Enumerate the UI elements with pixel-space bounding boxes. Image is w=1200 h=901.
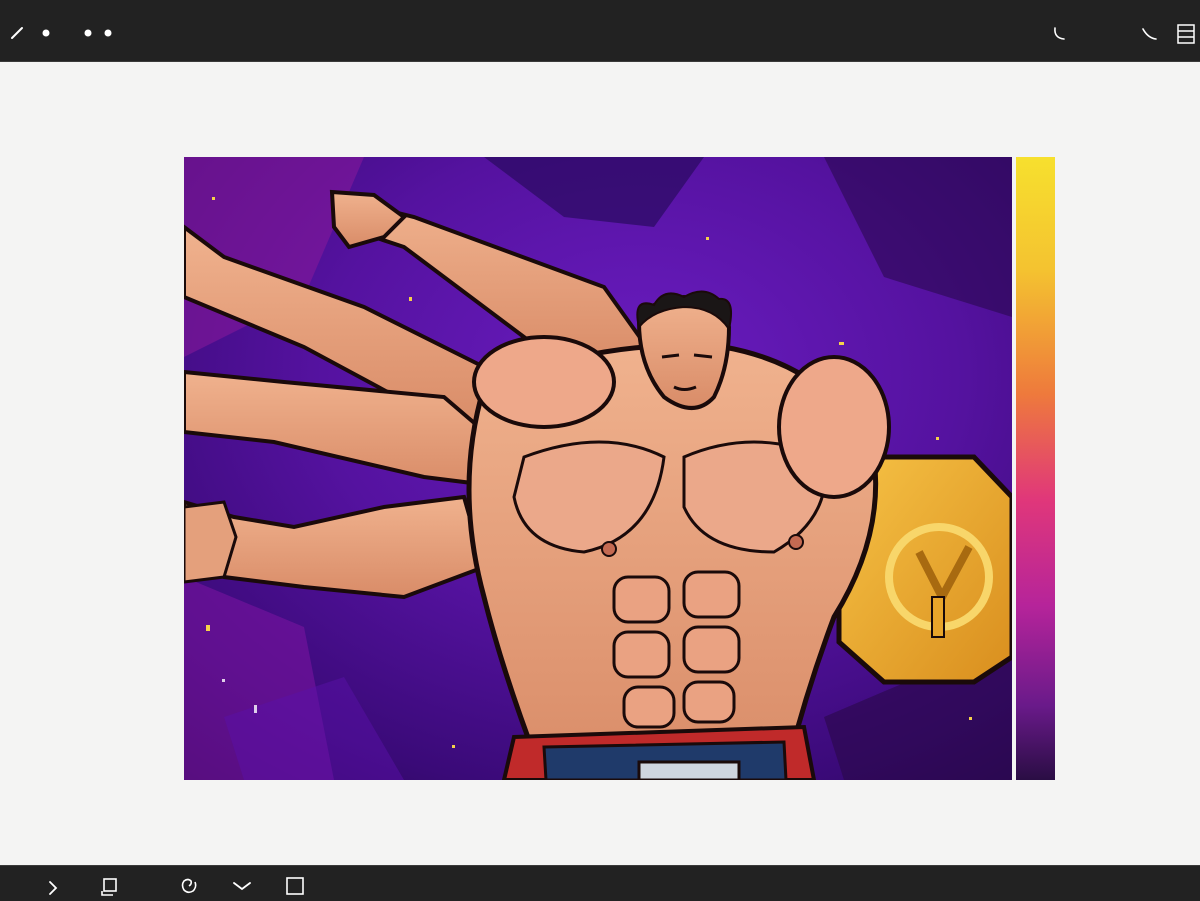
- artwork-illustration: [184, 157, 1012, 780]
- spiral-icon[interactable]: [176, 874, 202, 898]
- paste-icon[interactable]: [96, 874, 122, 898]
- color-gradient-strip[interactable]: [1016, 157, 1055, 780]
- artwork-canvas[interactable]: [184, 157, 1012, 780]
- dot-icon[interactable]: [36, 22, 56, 44]
- top-toolbar: [0, 0, 1200, 62]
- redo-arc-icon[interactable]: [1136, 22, 1162, 46]
- chevron-right-icon[interactable]: [42, 876, 64, 900]
- chevron-down-icon[interactable]: [229, 874, 255, 898]
- layers-panel-icon[interactable]: [1174, 22, 1198, 46]
- pencil-icon[interactable]: [6, 22, 28, 44]
- bottom-toolbar: [0, 865, 1200, 901]
- more-dots-icon[interactable]: [76, 22, 116, 44]
- square-icon[interactable]: [282, 874, 308, 898]
- undo-arc-icon[interactable]: [1046, 22, 1072, 46]
